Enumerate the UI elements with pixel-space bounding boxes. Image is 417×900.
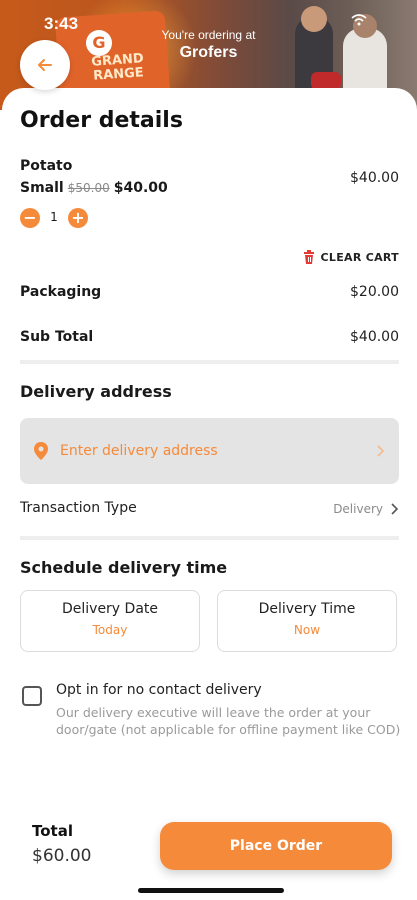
total-label: Total <box>32 822 73 840</box>
clear-cart-button[interactable]: CLEAR CART <box>303 250 399 264</box>
packaging-value: $20.00 <box>350 284 399 300</box>
transaction-type-value: Delivery <box>333 502 383 516</box>
delivery-address-placeholder: Enter delivery address <box>60 443 218 459</box>
transaction-type-label: Transaction Type <box>20 500 137 516</box>
delivery-time-label: Delivery Time <box>258 601 356 617</box>
clear-cart-label: CLEAR CART <box>320 250 399 264</box>
trash-icon <box>303 250 314 264</box>
item-old-price: $50.00 <box>67 181 110 195</box>
back-button[interactable] <box>20 40 70 90</box>
delivery-address-title: Delivery address <box>20 382 172 401</box>
decrease-quantity-button[interactable]: − <box>20 208 40 228</box>
no-contact-description: Our delivery executive will leave the or… <box>56 705 401 737</box>
delivery-time-value: Now <box>293 623 321 637</box>
quantity-value: 1 <box>50 210 58 224</box>
item-variant: Small <box>20 180 64 196</box>
transaction-type-selector[interactable]: Delivery <box>333 502 399 516</box>
chevron-right-icon <box>377 445 385 457</box>
subtotal-label: Sub Total <box>20 329 94 345</box>
delivery-address-input[interactable]: Enter delivery address <box>20 418 399 484</box>
no-contact-title: Opt in for no contact delivery <box>56 682 262 698</box>
delivery-date-button[interactable]: Delivery Date Today <box>20 590 200 652</box>
total-value: $60.00 <box>32 846 92 866</box>
item-line-total: $40.00 <box>350 170 399 186</box>
arrow-left-icon <box>38 59 52 71</box>
order-sheet: Order details Potato Small $50.00 $40.00 $… <box>2 88 417 900</box>
subtotal-value: $40.00 <box>350 329 399 345</box>
divider <box>20 360 399 364</box>
packaging-label: Packaging <box>20 284 102 300</box>
wifi-icon <box>351 14 367 26</box>
delivery-date-value: Today <box>92 623 128 637</box>
delivery-date-label: Delivery Date <box>61 601 159 617</box>
schedule-title: Schedule delivery time <box>20 558 228 577</box>
home-indicator <box>138 888 284 893</box>
delivery-time-button[interactable]: Delivery Time Now <box>217 590 397 652</box>
location-pin-icon <box>34 442 48 460</box>
no-contact-checkbox[interactable] <box>22 686 42 706</box>
place-order-button[interactable]: Place Order <box>160 822 392 870</box>
divider <box>20 536 399 540</box>
ordering-at-label: You're ordering at <box>161 28 256 42</box>
item-new-price: $40.00 <box>113 180 168 196</box>
quantity-stepper: − 1 + <box>20 208 92 230</box>
increase-quantity-button[interactable]: + <box>68 208 88 228</box>
item-variant-row: Small $50.00 $40.00 <box>20 180 168 196</box>
page-title: Order details <box>20 108 183 133</box>
chevron-right-icon <box>391 503 399 515</box>
item-name: Potato <box>20 158 73 174</box>
